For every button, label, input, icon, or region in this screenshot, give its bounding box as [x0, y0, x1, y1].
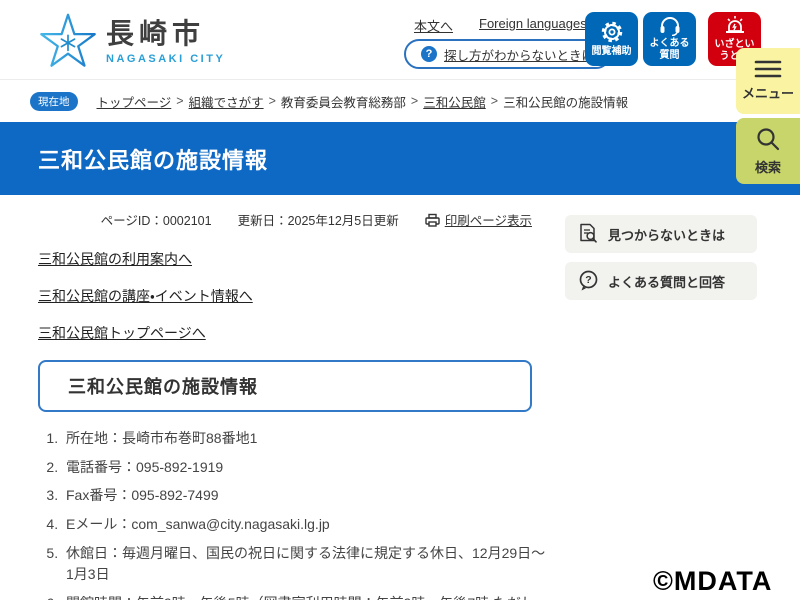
foreign-languages-link[interactable]: Foreign languages	[479, 16, 587, 35]
page-id: ページID：0002101	[100, 214, 212, 228]
updated-date: 更新日：2025年12月5日更新	[237, 214, 399, 228]
search-icon	[755, 126, 781, 152]
facility-info-list: 所在地：長崎市布巻町88番地1 電話番号：095-892-1919 Fax番号：…	[42, 428, 547, 600]
menu-button-label: メニュー	[741, 86, 794, 101]
breadcrumb-current-page: 三和公民館の施設情報	[503, 95, 629, 110]
page-title-bar: 三和公民館の施設情報	[0, 122, 800, 195]
breadcrumb-separator: >	[268, 94, 276, 108]
current-location-badge: 現在地	[30, 91, 78, 111]
section-heading: 三和公民館の施設情報	[68, 377, 258, 397]
site-header: 長崎市 NAGASAKI CITY 本文へ Foreign languages …	[0, 0, 800, 80]
siren-icon	[723, 15, 747, 37]
printer-icon	[425, 213, 440, 227]
page-meta-row: ページID：0002101 更新日：2025年12月5日更新 印刷ページ表示	[0, 210, 532, 229]
sidebar-faq-answers[interactable]: ? よくある質問と回答	[565, 262, 757, 300]
svg-text:?: ?	[585, 274, 591, 286]
list-item-email: Eメール：com_sanwa@city.nagasaki.lg.jp	[62, 514, 547, 536]
sidebar-faq-label: よくある質問と回答	[608, 274, 726, 290]
list-item-fax: Fax番号：095-892-7499	[62, 485, 547, 507]
search-help-label: 探し方がわからないときは	[444, 48, 595, 63]
link-facility-top[interactable]: 三和公民館トップページへ	[38, 323, 206, 343]
link-events-info[interactable]: 三和公民館の講座・イベント情報へ	[38, 286, 253, 306]
list-item-closed-days: 休館日：毎週月曜日、国民の祝日に関する法律に規定する休日、12月29日～1月3日	[62, 543, 547, 586]
mdata-watermark: ©MDATA	[653, 566, 773, 596]
skip-to-content-link[interactable]: 本文へ	[414, 16, 453, 35]
search-help-pill[interactable]: ? 探し方がわからないときは	[404, 39, 612, 69]
search-button-label: 検索	[754, 160, 781, 175]
header-utility-links: 本文へ Foreign languages	[414, 16, 587, 35]
list-item-phone: 電話番号：095-892-1919	[62, 457, 547, 479]
city-name-en: NAGASAKI CITY	[106, 52, 226, 65]
print-page-label: 印刷ページ表示	[444, 214, 532, 228]
breadcrumb-separator: >	[410, 94, 419, 108]
breadcrumb-facility-link[interactable]: 三和公民館	[423, 92, 486, 111]
breadcrumb-separator: >	[176, 94, 184, 108]
breadcrumb: 現在地 トップページ > 組織でさがす > 教育委員会教育総務部 > 三和公民館…	[0, 80, 800, 122]
print-page-link[interactable]: 印刷ページ表示	[425, 210, 532, 229]
headset-icon	[659, 16, 681, 36]
breadcrumb-separator: >	[490, 94, 499, 108]
question-circle-icon: ?	[421, 46, 437, 62]
link-usage-guide[interactable]: 三和公民館の利用案内へ	[38, 249, 192, 269]
list-item-address: 所在地：長崎市布巻町88番地1	[62, 428, 547, 450]
search-button[interactable]: 検索	[736, 118, 800, 184]
faq-button[interactable]: よくある質問	[643, 12, 696, 66]
breadcrumb-home-link[interactable]: トップページ	[97, 92, 172, 111]
accessibility-button[interactable]: 閲覧補助	[585, 12, 638, 66]
menu-button[interactable]: メニュー	[736, 48, 800, 114]
logo-text: 長崎市 NAGASAKI CITY	[106, 17, 225, 65]
question-bubble-icon: ?	[578, 270, 599, 292]
breadcrumb-department: 教育委員会教育総務部	[280, 95, 406, 110]
city-name: 長崎市	[106, 18, 206, 50]
faq-button-label: よくある質問	[649, 38, 690, 61]
document-search-icon	[578, 223, 599, 245]
sidebar-not-found-help[interactable]: 見つからないときは	[565, 215, 757, 253]
star-logo-icon	[38, 9, 98, 73]
page-title: 三和公民館の施設情報	[38, 147, 269, 173]
city-logo[interactable]: 長崎市 NAGASAKI CITY	[38, 9, 225, 73]
accessibility-button-label: 閲覧補助	[591, 46, 632, 57]
section-heading-box: 三和公民館の施設情報	[38, 360, 532, 412]
breadcrumb-org-link[interactable]: 組織でさがす	[189, 92, 264, 111]
list-item-open-hours: 開館時間：午前9時～午後5時（図書室利用時間：午前9時～午後7時 ただし土、日曜…	[62, 593, 547, 600]
sidebar-not-found-label: 見つからないときは	[608, 227, 726, 243]
page-root: 長崎市 NAGASAKI CITY 本文へ Foreign languages …	[0, 0, 800, 600]
gear-icon	[600, 20, 624, 44]
hamburger-icon	[754, 60, 782, 78]
